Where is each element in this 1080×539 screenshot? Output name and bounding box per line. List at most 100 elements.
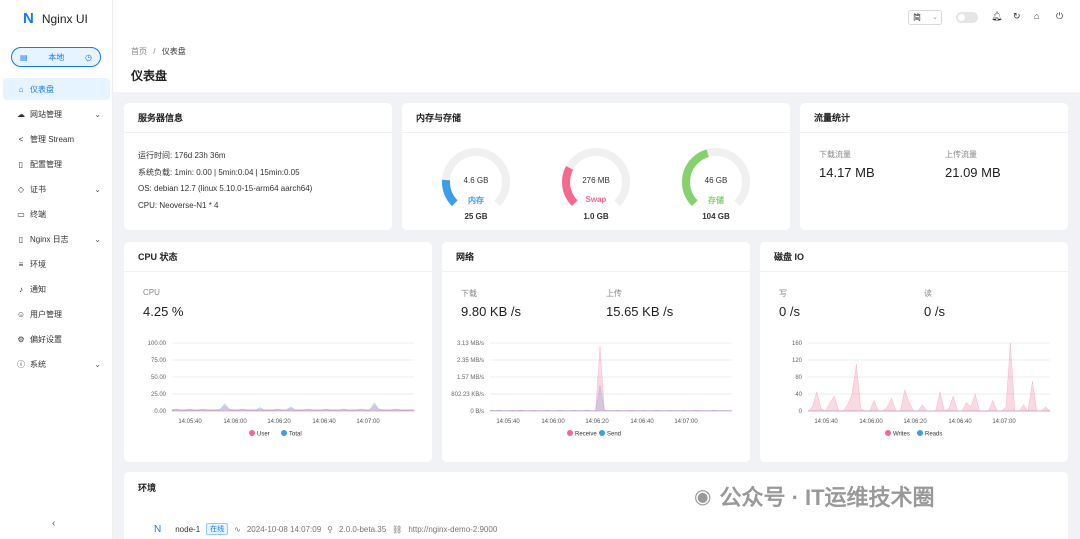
server-info-card: 服务器信息 运行时间: 176d 23h 36m 系统负载: 1min: 0.0… <box>124 103 392 230</box>
sidebar-item-2[interactable]: < 管理 Stream <box>3 128 110 150</box>
network-upload-value: 15.65 KB /s <box>606 304 674 319</box>
sidebar-item-1[interactable]: ☁ 网站管理 ⌄ <box>3 103 110 125</box>
node-logo-icon: N <box>154 523 162 535</box>
sidebar-item-0[interactable]: ⌂ 仪表盘 <box>3 78 110 100</box>
sidebar-item-11[interactable]: ⓘ 系统 ⌄ <box>3 353 110 375</box>
legend-label: Send <box>607 432 621 438</box>
x-tick-label: 14:06:40 <box>312 419 336 425</box>
sidebar-item-label: 配置管理 <box>30 159 62 169</box>
x-tick-label: 14:07:00 <box>356 419 380 425</box>
legend-marker <box>249 430 255 436</box>
upload-traffic-value: 21.09 MB <box>945 165 1001 180</box>
language-select[interactable]: 简 ⌄ <box>908 10 942 25</box>
wechat-icon: ◉ <box>694 485 712 508</box>
theme-toggle[interactable] <box>956 12 978 23</box>
network-chart: 3.13 MB/s 2.35 MB/s 1.57 MB/s 802.23 KB/s 0 … <box>451 341 733 438</box>
y-tick-label: 1.57 MB/s <box>457 375 484 381</box>
memory-title: 内存与存储 <box>402 103 790 133</box>
chevron-down-icon: ⌄ <box>94 359 101 369</box>
disk-read-value: 0 /s <box>924 304 945 319</box>
logout-icon[interactable]: ⏻ <box>1056 11 1063 22</box>
terminal-icon: ▭ <box>17 209 25 219</box>
breadcrumb-current: 仪表盘 <box>161 47 186 56</box>
bell-icon[interactable]: 🔔︎ <box>991 11 1002 22</box>
log-icon: ▯ <box>18 234 24 244</box>
env-switch-button[interactable]: ▤ 本地 ◷ <box>11 47 101 67</box>
chevron-down-icon: ⌄ <box>94 234 101 244</box>
x-tick-label: 14:06:20 <box>903 419 927 425</box>
sidebar-item-6[interactable]: ▯ Nginx 日志 ⌄ <box>3 228 110 250</box>
disk-write-label: 写 <box>779 289 787 298</box>
memory-storage-card: 内存与存储 4.6 GB 内存 25 GB 276 MB Swap 1.0 GB 46 GB… <box>402 103 790 230</box>
home-icon: ⌂ <box>18 84 24 94</box>
legend-marker <box>885 430 891 436</box>
cpu-stat-value: 4.25 % <box>143 304 184 319</box>
x-tick-label: 14:06:00 <box>859 419 883 425</box>
series-area-receive <box>489 345 733 412</box>
user-icon: ☺ <box>16 309 26 319</box>
network-title: 网络 <box>442 242 750 272</box>
gauge-value: 46 GB <box>704 176 728 185</box>
bell-icon: ♪ <box>19 284 23 294</box>
cpu-title: CPU 状态 <box>124 242 432 272</box>
x-tick-label: 14:06:20 <box>267 419 291 425</box>
link-icon: ⛓ <box>392 524 403 534</box>
legend-label: Reads <box>925 432 942 438</box>
sidebar-item-label: 偏好设置 <box>30 334 62 344</box>
page-title: 仪表盘 <box>131 69 168 83</box>
home-icon[interactable]: ⌂ <box>1034 11 1039 21</box>
reload-icon[interactable]: ↻ <box>1013 11 1021 22</box>
gauge-0: 4.6 GB 内存 25 GB <box>440 146 512 226</box>
legend-label: User <box>257 432 270 438</box>
sidebar-item-10[interactable]: ⚙ 偏好设置 <box>3 328 110 350</box>
gauge-2: 46 GB 存储 104 GB <box>680 146 752 226</box>
sidebar: N Nginx UI ▤ 本地 ◷ ⌂ 仪表盘 ☁ 网站管理 ⌄ < 管理 Stream ▯ 配… <box>0 0 113 539</box>
server-icon: ▤ <box>20 52 28 62</box>
network-download-label: 下载 <box>461 289 477 298</box>
disk-read-label: 读 <box>924 289 932 298</box>
legend-marker <box>917 430 923 436</box>
sidebar-item-8[interactable]: ♪ 通知 <box>3 278 110 300</box>
sidebar-item-label: 网站管理 <box>30 109 62 119</box>
x-tick-label: 14:05:40 <box>814 419 838 425</box>
gauge-total: 25 GB <box>464 212 488 221</box>
app-logo[interactable]: N Nginx UI <box>23 10 88 27</box>
sidebar-item-7[interactable]: ≡ 环境 <box>3 253 110 275</box>
download-traffic-value: 14.17 MB <box>819 165 875 180</box>
disk-io-title: 磁盘 IO <box>760 242 1068 272</box>
page-header: 首页 / 仪表盘 仪表盘 <box>113 36 1080 92</box>
x-tick-label: 14:05:40 <box>496 419 520 425</box>
language-value: 简 <box>913 13 921 22</box>
sidebar-item-9[interactable]: ☺ 用户管理 <box>3 303 110 325</box>
x-tick-label: 14:06:20 <box>585 419 609 425</box>
share-icon: < <box>18 134 24 144</box>
sidebar-item-5[interactable]: ▭ 终端 <box>3 203 110 225</box>
environment-node-row[interactable]: N node-1 在线 ∿ 2024-10-08 14:07:09 ⚲ 2.0.… <box>124 523 497 535</box>
x-tick-label: 14:06:40 <box>948 419 972 425</box>
legend-marker <box>281 430 287 436</box>
gauge-value: 4.6 GB <box>463 176 489 185</box>
watermark: ◉ 公众号 · IT运维技术圈 <box>694 480 935 512</box>
x-tick-label: 14:05:40 <box>178 419 202 425</box>
node-time: 2024-10-08 14:07:09 <box>246 524 322 534</box>
sidebar-item-3[interactable]: ▯ 配置管理 <box>3 153 110 175</box>
node-version: 2.0.0-beta.35 <box>339 524 387 534</box>
os-text: OS: debian 12.7 (linux 5.10.0-15-arm64 a… <box>138 184 313 193</box>
y-tick-label: 75.00 <box>151 358 167 364</box>
traffic-card: 流量统计 下载流量 14.17 MB 上传流量 21.09 MB <box>800 103 1068 230</box>
breadcrumb-home[interactable]: 首页 <box>131 47 147 56</box>
y-tick-label: 50.00 <box>151 375 167 381</box>
y-tick-label: 3.13 MB/s <box>457 341 484 347</box>
sidebar-item-label: 系统 <box>30 359 46 369</box>
node-name: node-1 <box>175 524 201 534</box>
uptime-text: 运行时间: 176d 23h 36m <box>138 151 226 160</box>
disk-io-card: 磁盘 IO 写 0 /s 读 0 /s 160 120 80 40 0 14:05:40 1… <box>760 242 1068 462</box>
x-tick-label: 14:06:00 <box>223 419 247 425</box>
network-upload-label: 上传 <box>606 289 622 298</box>
legend-label: Receive <box>575 432 597 438</box>
sidebar-item-label: Nginx 日志 <box>30 234 69 244</box>
collapse-sidebar-icon[interactable]: ‹ <box>52 518 55 529</box>
cpu-chart: 100.00 75.00 50.00 25.00 0.00 14:05:40 14:06:0… <box>148 341 415 438</box>
node-url[interactable]: http://nginx-demo-2:9000 <box>408 525 497 534</box>
sidebar-item-4[interactable]: ◇ 证书 ⌄ <box>3 178 110 200</box>
